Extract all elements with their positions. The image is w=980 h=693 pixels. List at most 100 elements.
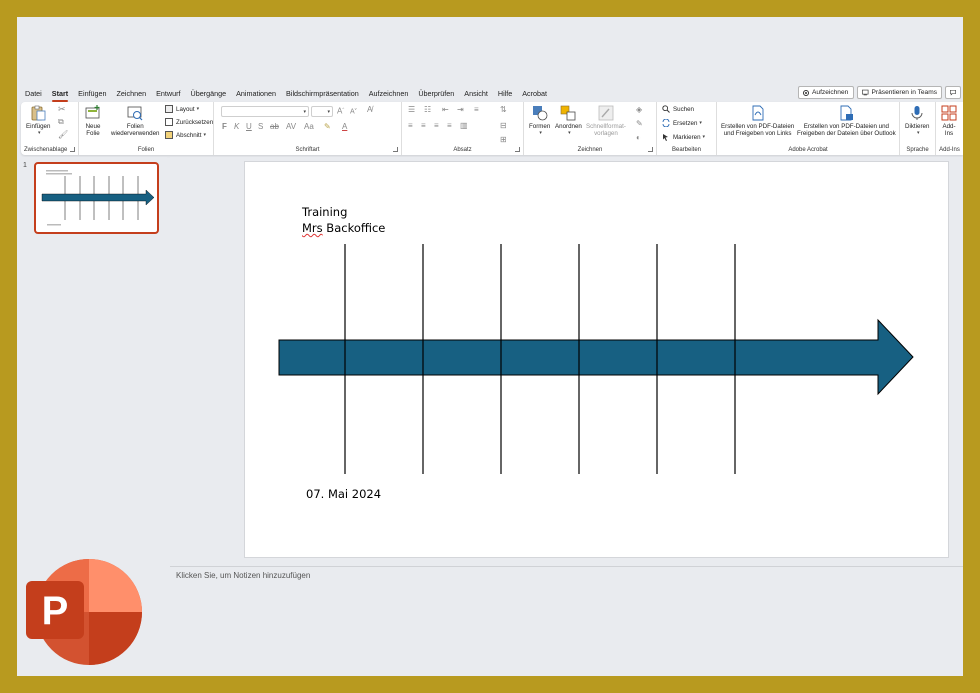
font-launcher-icon[interactable] [393,147,398,152]
tab-datei[interactable]: Datei [25,89,42,98]
present-in-teams-button[interactable]: Präsentieren in Teams [857,86,942,99]
chevron-down-icon: ▾ [303,108,306,115]
slide-thumbnail[interactable] [34,162,159,234]
group-editing: Suchen Ersetzen ▾ Markieren ▾ Bearbeiten [657,102,717,155]
align-text-icon[interactable]: ⊟ [500,121,507,130]
copy-icon[interactable]: ⧉ [58,117,64,127]
slide-title-line-1[interactable]: Training [302,205,347,219]
shapes-icon [532,106,548,121]
change-case-icon[interactable]: Aa [304,122,314,131]
clipboard-launcher-icon[interactable] [70,147,75,152]
shadow-icon[interactable]: S [258,122,263,131]
cut-icon[interactable]: ✂ [58,104,66,115]
tab-hilfe[interactable]: Hilfe [498,89,512,98]
create-pdf-label-1: Erstellen von PDF-Dateien [721,123,795,130]
justify-icon[interactable]: ≡ [447,121,452,130]
replace-button[interactable]: Ersetzen ▾ [662,119,702,127]
tab-bildschirmpraesentation[interactable]: Bildschirmpräsentation [286,89,359,98]
decrease-indent-icon[interactable]: ⇤ [442,105,449,114]
slide-date[interactable]: 07. Mai 2024 [306,487,381,501]
shape-fill-icon[interactable]: ◈ [636,105,642,114]
reset-button[interactable]: Zurücksetzen [165,118,213,126]
group-drawing: Formen ▾ Anordnen ▾ Schnellformat- vorla… [524,102,657,155]
align-right-icon[interactable]: ≡ [434,121,439,130]
teams-label: Präsentieren in Teams [871,89,937,96]
paragraph-launcher-icon[interactable] [515,147,520,152]
tab-einfuegen[interactable]: Einfügen [78,89,106,98]
tab-start[interactable]: Start [51,89,69,102]
shape-outline-icon[interactable]: ✎ [636,119,643,128]
tab-zeichnen[interactable]: Zeichnen [117,89,147,98]
italic-icon[interactable]: K [234,122,239,131]
create-pdf-share-links-button[interactable]: Erstellen von PDF-Dateien und Freigeben … [721,105,794,137]
font-name-combobox[interactable]: ▾ [221,106,309,117]
create-pdf-outlook-button[interactable]: Erstellen von PDF-Dateien und Freigeben … [797,105,896,137]
tab-aufzeichnen[interactable]: Aufzeichnen [369,89,409,98]
addins-label-1: Add- [942,123,956,130]
comments-button[interactable] [945,86,961,99]
text-direction-icon[interactable]: ⇅ [500,105,507,114]
font-size-combobox[interactable]: ▾ [311,106,333,117]
new-slide-label-2: Folie [86,130,100,137]
create-outlook-label-2: Freigeben der Dateien über Outlook [797,130,896,137]
addins-icon [941,105,957,121]
slide-canvas[interactable]: Training Mrs Backoffice 07. Mai 2024 [245,162,948,557]
chevron-down-icon: ▾ [699,120,702,126]
chevron-down-icon: ▾ [37,130,41,136]
create-outlook-label-1: Erstellen von PDF-Dateien und [803,123,889,130]
underline-icon[interactable]: U [246,122,252,131]
tab-entwurf[interactable]: Entwurf [156,89,180,98]
bold-icon[interactable]: F [222,122,227,131]
notes-divider[interactable] [170,566,963,567]
spacing-icon[interactable]: AV [286,122,296,131]
drawing-launcher-icon[interactable] [648,147,653,152]
find-button[interactable]: Suchen [662,105,694,113]
section-button[interactable]: Abschnitt ▾ [165,131,206,139]
paste-button[interactable]: Einfügen ▾ [26,105,50,137]
tab-acrobat[interactable]: Acrobat [522,89,547,98]
clear-formatting-icon[interactable]: A̸ [367,105,372,114]
align-center-icon[interactable]: ≡ [421,121,426,130]
timeline-arrow[interactable] [278,318,914,396]
reuse-slides-button[interactable]: Folien wiederverwenden [111,105,160,137]
tab-uebergaenge[interactable]: Übergänge [191,89,227,98]
new-slide-button[interactable]: Neue Folie [85,105,101,137]
powerpoint-window: Datei Start Einfügen Zeichnen Entwurf Üb… [17,17,963,676]
tab-ueberpruefen[interactable]: Überprüfen [418,89,454,98]
quick-styles-button[interactable]: Schnellformat- vorlagen [586,105,626,137]
slide-title-line-2[interactable]: Mrs Backoffice [302,221,385,235]
notes-placeholder[interactable]: Klicken Sie, um Notizen hinzuzufügen [176,571,310,580]
tab-ansicht[interactable]: Ansicht [464,89,488,98]
shape-effects-icon[interactable]: ◐ [636,133,641,142]
shapes-button[interactable]: Formen ▾ [529,105,550,137]
shrink-font-icon[interactable]: Av [350,106,357,115]
smartart-icon[interactable]: ⊞ [500,135,507,144]
increase-indent-icon[interactable]: ⇥ [457,105,464,114]
layout-button[interactable]: Layout ▾ [165,105,199,113]
slide-number: 1 [23,162,27,169]
select-button[interactable]: Markieren ▾ [662,133,705,141]
align-left-icon[interactable]: ≡ [408,121,413,130]
line-spacing-icon[interactable]: ≡ [474,105,479,114]
create-pdf-label-2: und Freigeben von Links [723,130,792,137]
addins-button[interactable]: Add- Ins [941,105,957,137]
grow-font-icon[interactable]: A^ [337,106,344,116]
record-button[interactable]: Aufzeichnen [798,86,854,99]
highlight-icon[interactable]: ✎ [324,122,331,131]
group-font: ▾ ▾ A^ Av A̸ F K U S ab AV Aa ✎ A Schrif… [214,102,402,155]
pdf-icon [752,105,764,121]
dictate-button[interactable]: Diktieren ▾ [905,105,929,137]
format-painter-icon[interactable]: 🖌 [58,130,68,139]
arrange-button[interactable]: Anordnen ▾ [555,105,582,137]
tab-animationen[interactable]: Animationen [236,89,276,98]
bullets-icon[interactable]: ☰ [408,105,415,114]
strikethrough-icon[interactable]: ab [270,122,279,131]
record-icon [803,89,809,96]
numbering-icon[interactable]: ☷ [424,105,431,114]
section-label: Abschnitt [176,131,202,139]
replace-label: Ersetzen [673,119,698,127]
columns-icon[interactable]: ▥ [460,121,468,130]
group-addins: Add- Ins Add-Ins [936,102,963,155]
group-paragraph: ☰ ☷ ⇤ ⇥ ≡ ⇅ ≡ ≡ ≡ ≡ ▥ ⊟ ⊞ Absatz [402,102,524,155]
font-color-icon[interactable]: A [342,122,347,131]
